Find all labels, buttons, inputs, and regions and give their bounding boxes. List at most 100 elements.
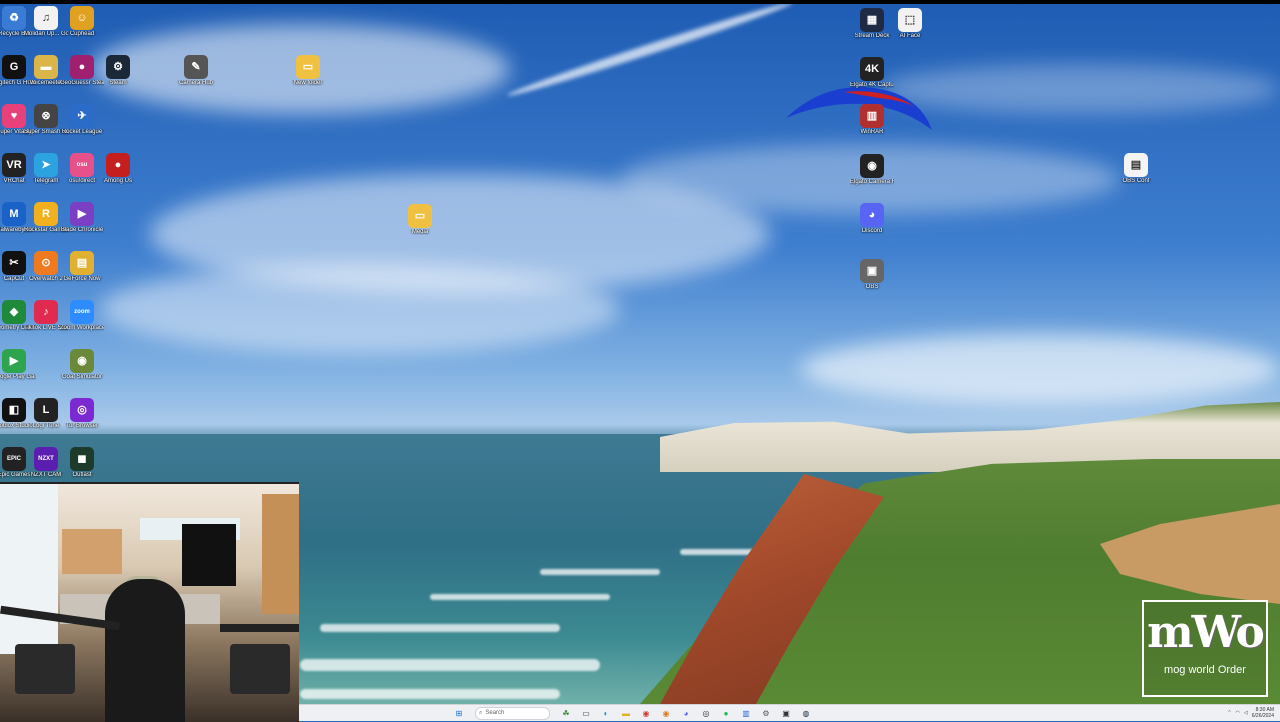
elgato-4k-capture-icon: 4K bbox=[860, 57, 884, 81]
rocket-league-icon: ✈ bbox=[70, 104, 94, 128]
desktop-icon-label: Discord bbox=[861, 228, 883, 234]
obs-taskbar-icon[interactable]: ◎ bbox=[699, 707, 713, 719]
widgets-icon[interactable]: ☘ bbox=[559, 707, 573, 719]
desktop-icon-label: GeForce Now bbox=[63, 276, 101, 282]
clock-date: 6/26/2024 bbox=[1251, 713, 1274, 719]
chrome-icon[interactable]: ◉ bbox=[639, 707, 653, 719]
steam-icon: ⚙ bbox=[106, 55, 130, 79]
desktop-icon-label: OBS bbox=[865, 284, 879, 290]
desktop-icon[interactable]: ▭ New folder bbox=[286, 55, 330, 87]
desktop-icon-label: WinRAR bbox=[860, 129, 884, 135]
firefox-icon[interactable]: ◉ bbox=[659, 707, 673, 719]
desktop-icon-label: Outlast bbox=[72, 472, 92, 478]
chevron-up-icon[interactable]: ⌃ bbox=[1227, 710, 1231, 716]
desktop-icon[interactable]: ▶Google Play Games bbox=[0, 349, 36, 381]
desktop-icon[interactable]: ◉Elgato Camera Hub bbox=[850, 154, 894, 186]
overwatch-icon: ⊙ bbox=[34, 251, 58, 275]
desktop-icon[interactable]: ◼ Outlast bbox=[60, 447, 104, 479]
desktop-icon-label: Elgato Camera Hub bbox=[850, 179, 894, 185]
elgato-camera-hub-icon: ◉ bbox=[860, 154, 884, 178]
discord-icon: ◕ bbox=[860, 203, 884, 227]
search-placeholder: Search bbox=[485, 710, 505, 716]
file-explorer-icon[interactable]: ▬ bbox=[619, 707, 633, 719]
desktop-icon[interactable]: ⚙ Steam bbox=[96, 55, 140, 87]
vrchat-icon: VR bbox=[2, 153, 26, 177]
capture-icon: ▣ bbox=[860, 259, 884, 283]
desktop-icon-label: Zoom Workplace bbox=[60, 325, 104, 331]
desktop-icon[interactable]: ▭ Media bbox=[398, 204, 442, 236]
osu-icon: osu bbox=[70, 153, 94, 177]
winrar-icon: ▥ bbox=[860, 104, 884, 128]
edge-icon[interactable]: ◐ bbox=[599, 707, 613, 719]
search-icon: ⌕ bbox=[479, 709, 483, 716]
goat-icon: ◉ bbox=[70, 349, 94, 373]
desktop-icon[interactable]: ☺ Cuphead bbox=[60, 6, 104, 38]
webcam-overlay bbox=[0, 482, 299, 722]
desktop-icon[interactable]: ✈ Rocket League bbox=[60, 104, 104, 136]
jamaica-flag-icon: ◆ bbox=[2, 300, 26, 324]
steam-taskbar-icon[interactable]: ◍ bbox=[799, 707, 813, 719]
clipchamp-icon: ▶ bbox=[70, 202, 94, 226]
volume-icon[interactable]: ◁ bbox=[1244, 710, 1248, 716]
ai-face-icon: ⬚ bbox=[898, 8, 922, 32]
telegram-icon: ➤ bbox=[34, 153, 58, 177]
desktop-icon-label: OBS Conf bbox=[1122, 178, 1150, 184]
elgato-icon: ✎ bbox=[184, 55, 208, 79]
roblox-studio-icon: R bbox=[34, 202, 58, 226]
folder-icon: ▭ bbox=[296, 55, 320, 79]
system-tray: ⌃ ◠ ◁ 8:30 AM 6/26/2024 bbox=[1227, 707, 1280, 719]
desktop-icon[interactable]: ● Among Us bbox=[96, 153, 140, 185]
among-us-icon: ● bbox=[106, 153, 130, 177]
streamlabs-icon: ♥ bbox=[2, 104, 26, 128]
media-folder-icon: ▭ bbox=[408, 204, 432, 228]
desktop-icon[interactable]: ▶ Blade Chronicle bbox=[60, 202, 104, 234]
terminal-icon[interactable]: ▣ bbox=[779, 707, 793, 719]
start-button-icon[interactable]: ⊞ bbox=[452, 707, 466, 719]
desktop-icon-label: Google Play Games bbox=[0, 374, 36, 380]
desktop-icon-label: Steam bbox=[109, 80, 127, 86]
google-play-icon: ▶ bbox=[2, 349, 26, 373]
desktop-icon[interactable]: ✎ Camera Hub bbox=[174, 55, 218, 87]
capcut-icon: ✂ bbox=[2, 251, 26, 275]
logitech-ghub-icon: G bbox=[2, 55, 26, 79]
desktop-icon-label: Goat Simulator bbox=[61, 374, 103, 380]
game-icon: ☺ bbox=[70, 6, 94, 30]
desktop-icon[interactable]: ▣ OBS bbox=[850, 259, 894, 291]
desktop-icon[interactable]: ◉ Goat Simulator bbox=[60, 349, 104, 381]
logi-tune-icon: L bbox=[34, 398, 58, 422]
task-view-icon[interactable]: ▭ bbox=[579, 707, 593, 719]
malwarebytes-icon: M bbox=[2, 202, 26, 226]
roblox-icon: ◧ bbox=[2, 398, 26, 422]
desktop-icon[interactable]: ▤ OBS Conf bbox=[1114, 153, 1158, 185]
desktop-icon[interactable]: ⬚ AI Face bbox=[888, 8, 932, 40]
logo-mark: mWo bbox=[1147, 607, 1265, 658]
settings-icon[interactable]: ⚙ bbox=[759, 707, 773, 719]
desktop-icon-label: Among Us bbox=[103, 178, 132, 184]
desktop-icon[interactable]: ◕ Discord bbox=[850, 203, 894, 235]
store-icon[interactable]: ▥ bbox=[739, 707, 753, 719]
spotify-icon[interactable]: ● bbox=[719, 707, 733, 719]
clock[interactable]: 8:30 AM 6/26/2024 bbox=[1252, 707, 1274, 719]
logo-caption: mog world Order bbox=[1164, 664, 1246, 676]
wifi-icon[interactable]: ◠ bbox=[1236, 710, 1240, 716]
stream-deck-icon: ▦ bbox=[860, 8, 884, 32]
discord-taskbar-icon[interactable]: ◕ bbox=[679, 707, 693, 719]
desktop-icon-label: Elgato 4K Capture bbox=[850, 82, 894, 88]
desktop-icon[interactable]: ◎ Tor Browser bbox=[60, 398, 104, 430]
desktop-icon-label: Blade Chronicle bbox=[60, 227, 104, 233]
taskbar-search-box[interactable]: ⌕ Search bbox=[475, 706, 550, 720]
nzxt-cam-icon: NZXT bbox=[34, 447, 58, 471]
epic-launcher-icon: ⊗ bbox=[34, 104, 58, 128]
music-file-icon: ♫ bbox=[34, 6, 58, 30]
desktop-icon[interactable]: ▤ GeForce Now bbox=[60, 251, 104, 283]
epic-games-icon: EPIC bbox=[2, 447, 26, 471]
desktop-icon[interactable]: 4KElgato 4K Capture bbox=[850, 57, 894, 89]
tor-browser-icon: ◎ bbox=[70, 398, 94, 422]
desktop-icon-label: AI Face bbox=[899, 33, 921, 39]
desktop-icon[interactable]: zoom Zoom Workplace bbox=[60, 300, 104, 332]
desktop-icon-label: Cuphead bbox=[69, 31, 95, 37]
outlast-icon: ◼ bbox=[70, 447, 94, 471]
desktop-icon[interactable]: ▥ WinRAR bbox=[850, 104, 894, 136]
zoom-icon: zoom bbox=[70, 300, 94, 324]
desktop-icon-label: Rocket League bbox=[61, 129, 103, 135]
